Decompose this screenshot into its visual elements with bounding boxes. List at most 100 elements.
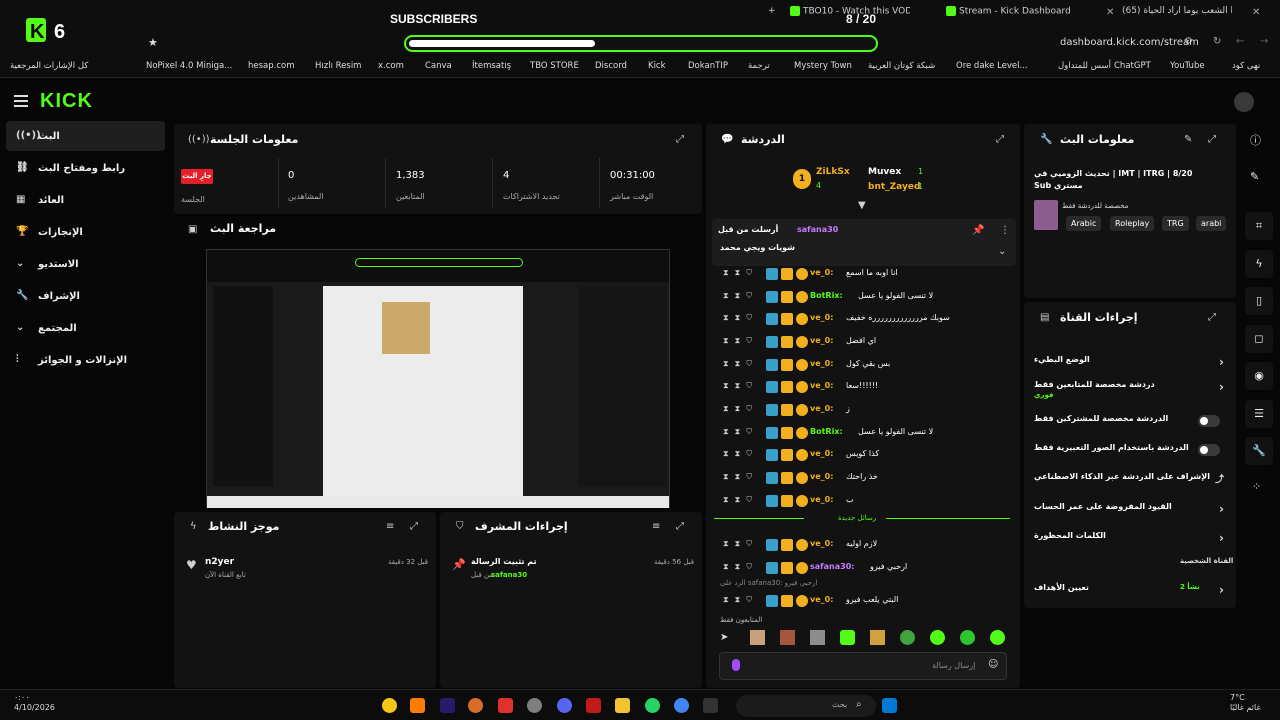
chat-username[interactable]: BotRix:: [810, 427, 843, 436]
expand-icon[interactable]: ⤢: [1208, 134, 1216, 145]
mod-tools-icons[interactable]: ⧗⧗⛉: [723, 291, 758, 301]
sidebar-item-5[interactable]: 🔧 الإشراف: [6, 281, 165, 311]
emote[interactable]: [780, 630, 795, 645]
chat-username[interactable]: BotRix:: [810, 291, 843, 300]
stream-preview-video[interactable]: [206, 249, 670, 508]
bookmark-item[interactable]: Discord: [595, 61, 627, 71]
set-goals-row[interactable]: تعيين الأهداف نشأ 2 ›: [1034, 583, 1224, 603]
emote[interactable]: [930, 630, 945, 645]
sidebar-item-0[interactable]: ((•)) البث: [6, 121, 165, 151]
chat-username[interactable]: ve_0:: [810, 472, 833, 481]
bookmark-item[interactable]: Canva: [425, 61, 452, 71]
chat-username[interactable]: ve_0:: [810, 313, 833, 322]
tag-chip[interactable]: Roleplay: [1110, 216, 1155, 231]
tag-chip[interactable]: Arabic: [1066, 216, 1102, 231]
chat-username[interactable]: ve_0:: [810, 336, 833, 345]
mod-tools-icons[interactable]: ⧗⧗⛉: [723, 539, 758, 549]
emoji-icon[interactable]: ☺: [988, 659, 998, 670]
rail-bolt-button[interactable]: ϟ: [1245, 250, 1273, 278]
mod-tools-icons[interactable]: ⧗⧗⛉: [723, 427, 758, 437]
bookmark-item[interactable]: ChatGPT: [1114, 61, 1151, 71]
pinned-user[interactable]: safana30: [797, 225, 838, 234]
pin-icon[interactable]: 📌: [972, 225, 984, 236]
channel-action-row[interactable]: الإشراف على الدردشة عبر الذكاء الاصطناعي…: [1034, 472, 1224, 492]
mod-action-user[interactable]: safana30: [491, 571, 527, 579]
mod-tools-icons[interactable]: ⧗⧗⛉: [723, 562, 758, 572]
sidebar-item-7[interactable]: ⫶ الإنزالات و الجوائز: [6, 345, 165, 375]
kick-logo[interactable]: KICK: [40, 90, 93, 113]
mod-tools-icons[interactable]: ⧗⧗⛉: [723, 495, 758, 505]
taskbar-whatsapp-icon[interactable]: [645, 698, 660, 713]
bookmark-item[interactable]: شبكة كوتان العربية: [868, 61, 935, 71]
taskbar-aftereffects-icon[interactable]: [440, 698, 455, 713]
taskbar-search[interactable]: بحث ⌕: [736, 695, 876, 717]
reload-icon[interactable]: ↻: [1213, 36, 1221, 47]
channel-action-row[interactable]: القيود المفروضة على عمر الحساب ›: [1034, 502, 1224, 522]
new-tab-icon[interactable]: +: [768, 6, 778, 24]
edit-icon[interactable]: ✎: [1184, 134, 1192, 145]
taskbar-app-icon[interactable]: [382, 698, 397, 713]
pencil-icon[interactable]: ✎: [1250, 170, 1259, 183]
channel-action-row[interactable]: الدردشة باستخدام الصور التعبيرية فقط: [1034, 443, 1224, 463]
emote[interactable]: [960, 630, 975, 645]
expand-icon[interactable]: ⤢: [410, 521, 418, 532]
tag-chip[interactable]: TRG: [1162, 216, 1189, 231]
sidebar-item-1[interactable]: ⛓ رابط ومفتاح البث: [6, 153, 165, 183]
expand-icon[interactable]: ⤢: [996, 134, 1004, 145]
expand-icon[interactable]: ⤢: [1208, 312, 1216, 323]
chevron-down-icon[interactable]: ⌄: [998, 246, 1006, 257]
sidebar-item-6[interactable]: ⌄ المجتمع: [6, 313, 165, 343]
forward-icon[interactable]: →: [1260, 36, 1268, 47]
channel-action-row[interactable]: الدردشة مخصصة للمشتركين فقط: [1034, 414, 1224, 434]
star-icon[interactable]: ★: [148, 36, 158, 49]
bookmark-item[interactable]: ترجمة: [748, 61, 770, 71]
url-field[interactable]: dashboard.kick.com/stream: [1060, 37, 1199, 48]
mod-tools-icons[interactable]: ⧗⧗⛉: [723, 404, 758, 414]
taskbar-app-icon[interactable]: [703, 698, 718, 713]
bookmark-item[interactable]: Hızlı Resim: [315, 61, 361, 71]
bookmark-item[interactable]: hesap.com: [248, 61, 295, 71]
tab-kick-dashboard[interactable]: Stream - Kick Dashboard: [946, 6, 1076, 24]
filter-icon[interactable]: ≡: [652, 521, 660, 532]
toggle-switch[interactable]: [1198, 444, 1220, 456]
chat-username[interactable]: ve_0:: [810, 449, 833, 458]
back-icon[interactable]: ←: [1236, 36, 1244, 47]
tag-chip[interactable]: arabi: [1196, 216, 1227, 231]
toggle-switch[interactable]: [1198, 415, 1220, 427]
close-tab-icon[interactable]: ✕: [1106, 7, 1114, 18]
emote[interactable]: [870, 630, 885, 645]
rail-wrench-button[interactable]: 🔧: [1245, 437, 1273, 465]
taskbar-obs-icon[interactable]: [527, 698, 542, 713]
bookmark-item[interactable]: Ore dake Level...: [956, 61, 1028, 71]
expand-icon[interactable]: ⤢: [676, 134, 684, 145]
taskbar-folder-icon[interactable]: [615, 698, 630, 713]
taskbar-discord-icon[interactable]: [557, 698, 572, 713]
mod-tools-icons[interactable]: ⧗⧗⛉: [723, 595, 758, 605]
rail-chat-button[interactable]: ◻: [1245, 325, 1273, 353]
chat-username[interactable]: ve_0:: [810, 268, 833, 277]
chat-username[interactable]: ve_0:: [810, 381, 833, 390]
bookmark-item[interactable]: YouTube: [1170, 61, 1205, 71]
send-icon[interactable]: ➤: [720, 632, 728, 643]
info-icon[interactable]: ⓘ: [1250, 132, 1261, 148]
chat-input[interactable]: إرسال رسالة ☺: [719, 652, 1007, 680]
bookmark-item[interactable]: TBO STORE: [530, 61, 579, 71]
taskbar-chrome-icon[interactable]: [674, 698, 689, 713]
rail-list-button[interactable]: ☰: [1245, 400, 1273, 428]
tab-youtube[interactable]: (65) إذا الشعب يوما أراد الحياة: [1122, 6, 1232, 24]
mod-tools-icons[interactable]: ⧗⧗⛉: [723, 268, 758, 278]
mod-tools-icons[interactable]: ⧗⧗⛉: [723, 313, 758, 323]
emote[interactable]: [990, 630, 1005, 645]
chat-username[interactable]: safana30:: [810, 562, 854, 571]
menu-icon[interactable]: [14, 95, 28, 107]
chat-username[interactable]: ve_0:: [810, 539, 833, 548]
chat-username[interactable]: ve_0:: [810, 359, 833, 368]
sidebar-item-4[interactable]: ⌄ الاستديو: [6, 249, 165, 279]
taskbar-weather[interactable]: 7°C غائم غالبًا: [1230, 693, 1261, 713]
bookmark-item[interactable]: İtemsatış: [472, 61, 511, 71]
rail-crop-button[interactable]: ⌗: [1245, 212, 1273, 240]
more-icon[interactable]: ⋮: [1000, 225, 1010, 236]
bookmark-item[interactable]: Mystery Town: [794, 61, 852, 71]
channel-action-row[interactable]: الكلمات المحظورة ›: [1034, 531, 1224, 551]
filter-icon[interactable]: ≡: [386, 521, 394, 532]
